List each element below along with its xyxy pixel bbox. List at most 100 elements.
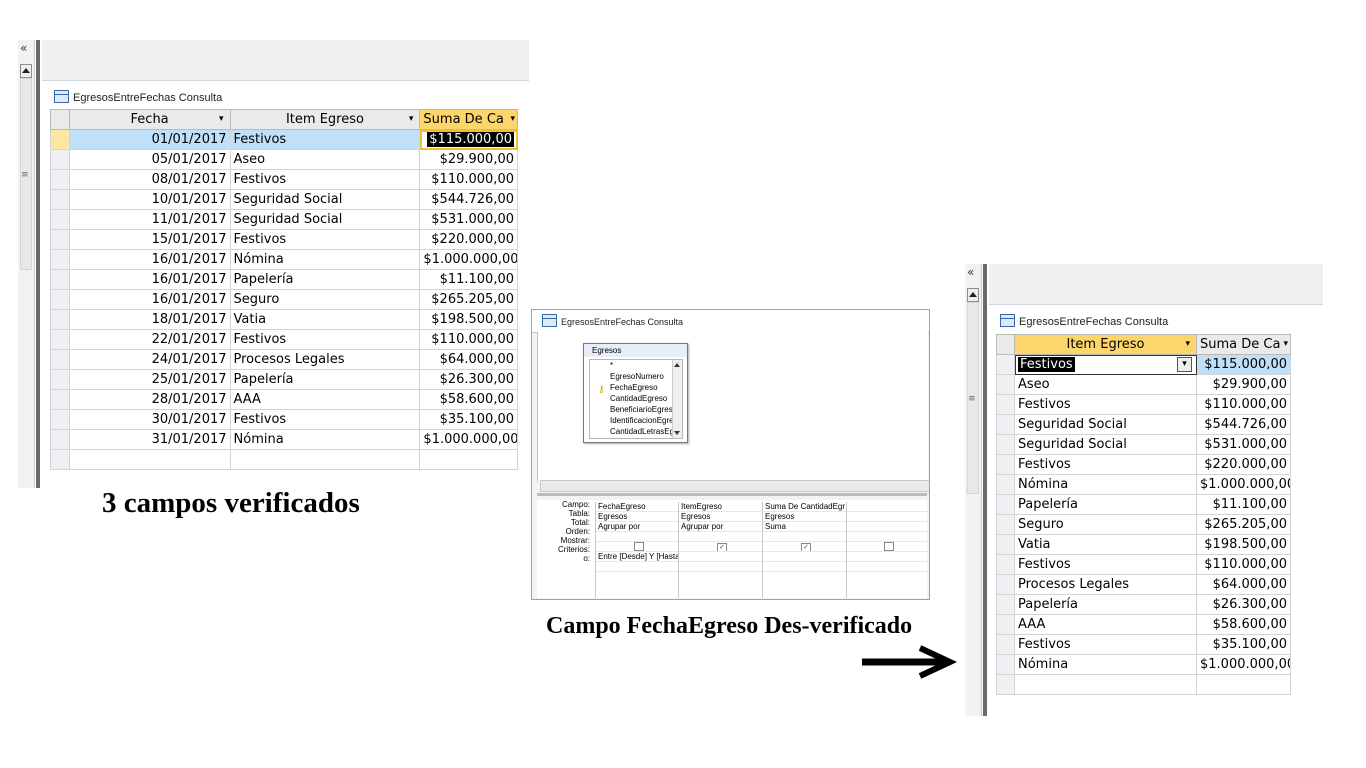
cell-item-egreso[interactable]: Festivos ▾ [1014,354,1197,375]
empty-cell[interactable] [996,674,1015,695]
empty-cell[interactable] [50,449,70,470]
expand-chevron-icon[interactable]: « [20,42,27,54]
table-row[interactable]: AAA $58.600,00 [996,614,1291,635]
table-row[interactable]: 11/01/2017 Seguridad Social $531.000,00 [50,209,518,230]
table-row[interactable]: 01/01/2017 Festivos $115.000,00 [50,129,518,150]
table-row[interactable]: 16/01/2017 Papelería $11.100,00 [50,269,518,290]
grid-cell-orden[interactable] [763,532,847,542]
egresos-field-list[interactable]: Egresos * EgresoNumero FechaEgreso Cantidad… [583,343,688,443]
cell-item-egreso[interactable]: Nómina [1014,654,1197,675]
grid-column[interactable] [846,502,928,598]
column-header-item-egreso[interactable]: Item Egreso ▾ [229,109,421,130]
record-selector[interactable] [996,634,1015,655]
table-row[interactable]: 15/01/2017 Festivos $220.000,00 [50,229,518,250]
grid-cell-total[interactable]: Agrupar por [679,522,763,532]
cell-item-egreso[interactable]: Festivos [229,129,421,150]
cell-suma[interactable]: $26.300,00 [419,369,518,390]
grid-cell-criterios[interactable] [763,552,847,562]
cell-suma[interactable]: $220.000,00 [419,229,518,250]
column-header-suma[interactable]: Suma De Ca ▾ [1196,334,1291,355]
table-row[interactable]: 30/01/2017 Festivos $35.100,00 [50,409,518,430]
cell-fecha[interactable]: 01/01/2017 [68,129,231,150]
scroll-up-icon[interactable] [967,288,979,302]
table-row[interactable]: Nómina $1.000.000,00 [996,654,1291,675]
tab-egresos-consulta-design[interactable]: EgresosEntreFechas Consulta [542,313,683,331]
record-selector[interactable] [996,374,1015,395]
grid-cell-campo[interactable]: ItemEgreso [679,502,763,512]
grid-cell-o[interactable] [847,562,928,572]
cell-fecha[interactable]: 16/01/2017 [68,249,231,270]
column-header-item-egreso[interactable]: Item Egreso ▾ [1014,334,1197,355]
cell-item-egreso[interactable]: Procesos Legales [1014,574,1197,595]
grid-cell-o[interactable] [679,562,763,572]
cell-item-egreso[interactable]: Nómina [229,249,421,270]
select-all-corner[interactable] [996,334,1015,355]
record-selector[interactable] [50,369,70,390]
record-selector[interactable] [996,654,1015,675]
grid-cell-campo[interactable]: FechaEgreso [596,502,679,512]
cell-fecha[interactable]: 31/01/2017 [68,429,231,450]
cell-suma[interactable]: $265.205,00 [419,289,518,310]
table-row[interactable]: Festivos $110.000,00 [996,394,1291,415]
cell-fecha[interactable]: 16/01/2017 [68,269,231,290]
cell-fecha[interactable]: 15/01/2017 [68,229,231,250]
record-selector[interactable] [996,554,1015,575]
cell-suma[interactable]: $110.000,00 [419,169,518,190]
grid-cell-mostrar[interactable]: ✓ [763,542,847,552]
table-row[interactable]: Papelería $26.300,00 [996,594,1291,615]
record-selector[interactable] [50,269,70,290]
cell-suma[interactable]: $110.000,00 [1196,394,1291,415]
mostrar-checkbox[interactable]: ✓ [717,543,727,551]
cell-suma[interactable]: $1.000.000,00 [1196,654,1291,675]
combo-dropdown-icon[interactable]: ▾ [1177,357,1192,372]
record-selector[interactable] [50,229,70,250]
record-selector[interactable] [50,309,70,330]
cell-item-egreso[interactable]: Seguro [1014,514,1197,535]
field-item-primary-key[interactable]: EgresoNumero [590,371,682,382]
table-row[interactable]: 10/01/2017 Seguridad Social $544.726,00 [50,189,518,210]
record-selector[interactable] [50,389,70,410]
cell-suma[interactable]: $110.000,00 [1196,554,1291,575]
dropdown-arrow-icon[interactable]: ▾ [219,114,224,124]
grid-cell-mostrar[interactable] [847,542,928,552]
cell-fecha[interactable]: 10/01/2017 [68,189,231,210]
select-all-corner[interactable] [50,109,70,130]
grid-cell-orden[interactable] [679,532,763,542]
expand-chevron-icon[interactable]: « [967,266,974,278]
tab-egresos-consulta[interactable]: EgresosEntreFechas Consulta [1000,313,1168,331]
cell-item-egreso[interactable]: Papelería [1014,494,1197,515]
record-selector[interactable] [50,429,70,450]
cell-item-egreso[interactable]: Vatia [229,309,421,330]
tab-egresos-consulta[interactable]: EgresosEntreFechas Consulta [54,89,222,107]
grid-cell-tabla[interactable]: Egresos [596,512,679,522]
grid-cell-total[interactable]: Agrupar por [596,522,679,532]
cell-fecha[interactable]: 25/01/2017 [68,369,231,390]
cell-item-egreso[interactable]: Papelería [229,269,421,290]
cell-fecha[interactable]: 08/01/2017 [68,169,231,190]
cell-item-egreso[interactable]: Festivos [229,329,421,350]
scroll-up-icon[interactable] [20,64,32,78]
table-row[interactable]: Papelería $11.100,00 [996,494,1291,515]
cell-item-egreso[interactable]: Festivos [1014,454,1197,475]
table-row[interactable]: Nómina $1.000.000,00 [996,474,1291,495]
cell-item-egreso[interactable]: Festivos [1014,554,1197,575]
cell-fecha[interactable]: 05/01/2017 [68,149,231,170]
grid-cell-campo[interactable] [847,502,928,512]
cell-fecha[interactable]: 11/01/2017 [68,209,231,230]
mostrar-checkbox[interactable] [633,542,644,551]
cell-suma[interactable]: $58.600,00 [419,389,518,410]
cell-item-egreso[interactable]: Nómina [229,429,421,450]
cell-item-egreso[interactable]: Festivos [229,409,421,430]
cell-fecha[interactable]: 30/01/2017 [68,409,231,430]
field-item[interactable]: IdentificacionEgreso [590,415,682,426]
cell-suma[interactable]: $198.500,00 [419,309,518,330]
cell-suma[interactable]: $1.000.000,00 [419,249,518,270]
cell-suma[interactable]: $11.100,00 [1196,494,1291,515]
record-selector[interactable] [50,169,70,190]
cell-fecha[interactable]: 16/01/2017 [68,289,231,310]
grid-column[interactable]: Suma De CantidadEgr Egresos Suma ✓ [762,502,847,598]
pane-splitter[interactable] [537,493,927,496]
grid-cell-o[interactable] [763,562,847,572]
record-selector[interactable] [50,189,70,210]
table-row[interactable]: Festivos $220.000,00 [996,454,1291,475]
